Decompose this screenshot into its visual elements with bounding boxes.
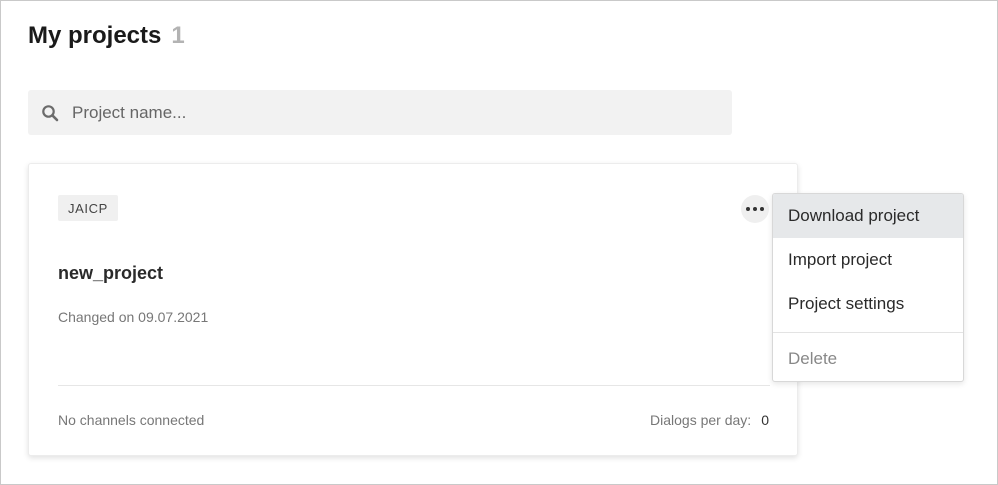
project-changed-date: Changed on 09.07.2021 (58, 309, 209, 325)
menu-item-delete[interactable]: Delete (773, 337, 963, 381)
more-dot (760, 207, 764, 211)
project-context-menu: Download project Import project Project … (772, 193, 964, 382)
page-title: My projects 1 (28, 22, 185, 50)
page-title-text: My projects (28, 22, 162, 49)
search-bar[interactable] (28, 90, 732, 135)
menu-item-import-project[interactable]: Import project (773, 238, 963, 282)
search-input[interactable] (72, 102, 672, 123)
dialogs-label: Dialogs per day: (650, 412, 752, 428)
dialogs-per-day: Dialogs per day: 0 (650, 412, 769, 428)
menu-item-project-settings[interactable]: Project settings (773, 282, 963, 326)
project-name[interactable]: new_project (58, 263, 163, 284)
project-type-badge: JAICP (58, 195, 118, 221)
more-dot (753, 207, 757, 211)
menu-divider (773, 332, 963, 333)
project-card[interactable]: JAICP new_project Changed on 09.07.2021 … (28, 163, 798, 456)
card-divider (58, 385, 770, 386)
channels-status: No channels connected (58, 412, 205, 428)
more-horizontal-icon (746, 207, 750, 211)
search-icon (40, 103, 60, 123)
menu-item-download-project[interactable]: Download project (773, 194, 963, 238)
more-options-button[interactable] (741, 195, 769, 223)
project-count: 1 (171, 22, 185, 49)
dialogs-value: 0 (761, 412, 769, 428)
